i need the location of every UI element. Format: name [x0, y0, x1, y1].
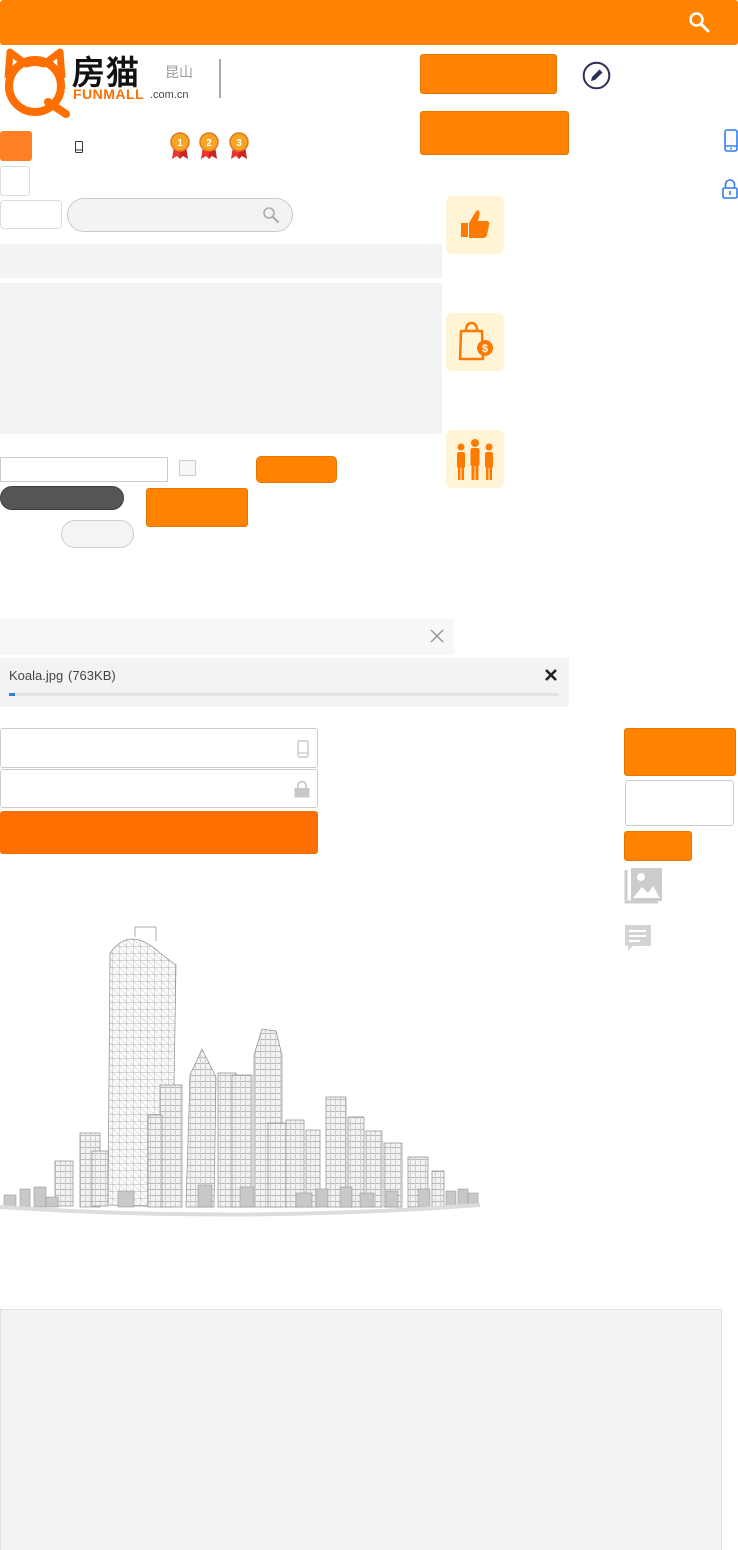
search-input[interactable]: [67, 198, 293, 232]
color-swatch-button[interactable]: [0, 131, 32, 161]
magnifier-icon[interactable]: [262, 206, 280, 224]
submit-button-small[interactable]: [256, 456, 337, 483]
svg-text:3: 3: [236, 138, 242, 149]
confirm-button[interactable]: [146, 488, 248, 527]
mobile-phone-icon[interactable]: [723, 129, 738, 153]
password-lock-icon: [293, 780, 311, 798]
empty-box-button[interactable]: [0, 166, 30, 196]
medal-3-icon: 3: [228, 132, 250, 160]
thumbs-up-icon: [446, 196, 504, 254]
outline-pill-button[interactable]: [61, 520, 134, 548]
info-panel-small: [0, 244, 442, 278]
lock-icon[interactable]: [721, 178, 738, 200]
upload-progress-fill: [9, 693, 15, 696]
password-input[interactable]: [0, 769, 318, 808]
city-label[interactable]: 昆山: [165, 62, 193, 82]
side-box[interactable]: [625, 780, 734, 826]
info-panel-large: [0, 283, 442, 434]
phone-input[interactable]: [0, 728, 318, 768]
top-bar: [0, 0, 738, 45]
medal-2-icon: 2: [198, 132, 220, 160]
notice-bar: [0, 619, 454, 655]
site-logo[interactable]: 房猫 FUNMALL .com.cn: [0, 48, 200, 118]
close-icon[interactable]: [429, 628, 445, 644]
side-button-small[interactable]: [624, 831, 692, 861]
search-select[interactable]: [0, 200, 62, 229]
upload-progress-track: [9, 693, 559, 696]
medal-1-icon: 1: [169, 132, 191, 160]
edit-icon[interactable]: [582, 61, 611, 90]
logo-domain: .com.cn: [150, 89, 189, 101]
dark-pill-button[interactable]: [0, 486, 124, 510]
shopping-bag-dollar-icon: $: [446, 313, 504, 371]
upload-item: Koala.jpg (763KB): [0, 658, 569, 707]
search-icon[interactable]: [688, 11, 710, 33]
header-divider: [219, 59, 221, 98]
login-button[interactable]: [0, 811, 318, 854]
small-phone-icon: [75, 141, 83, 153]
comment-icon[interactable]: [624, 924, 652, 954]
content-panel-bottom: [0, 1309, 722, 1550]
people-group-icon: [446, 430, 504, 488]
svg-text:2: 2: [206, 138, 212, 149]
phone-field-icon: [297, 740, 309, 758]
city-skyline-illustration: [0, 925, 480, 1220]
logo-cat-icon: [4, 48, 70, 118]
image-gallery-icon[interactable]: [624, 866, 664, 906]
side-button-primary[interactable]: [624, 728, 736, 776]
upload-file-size: (763KB): [68, 668, 116, 683]
header-button-primary[interactable]: [420, 54, 557, 94]
remove-upload-icon[interactable]: [544, 668, 558, 682]
checkbox[interactable]: [179, 460, 196, 476]
text-input[interactable]: [0, 457, 168, 482]
logo-text-en: FUNMALL: [73, 86, 145, 102]
upload-file-name: Koala.jpg: [9, 668, 64, 683]
svg-text:$: $: [482, 343, 488, 355]
svg-text:1: 1: [177, 138, 183, 149]
header-button-secondary[interactable]: [420, 111, 569, 155]
